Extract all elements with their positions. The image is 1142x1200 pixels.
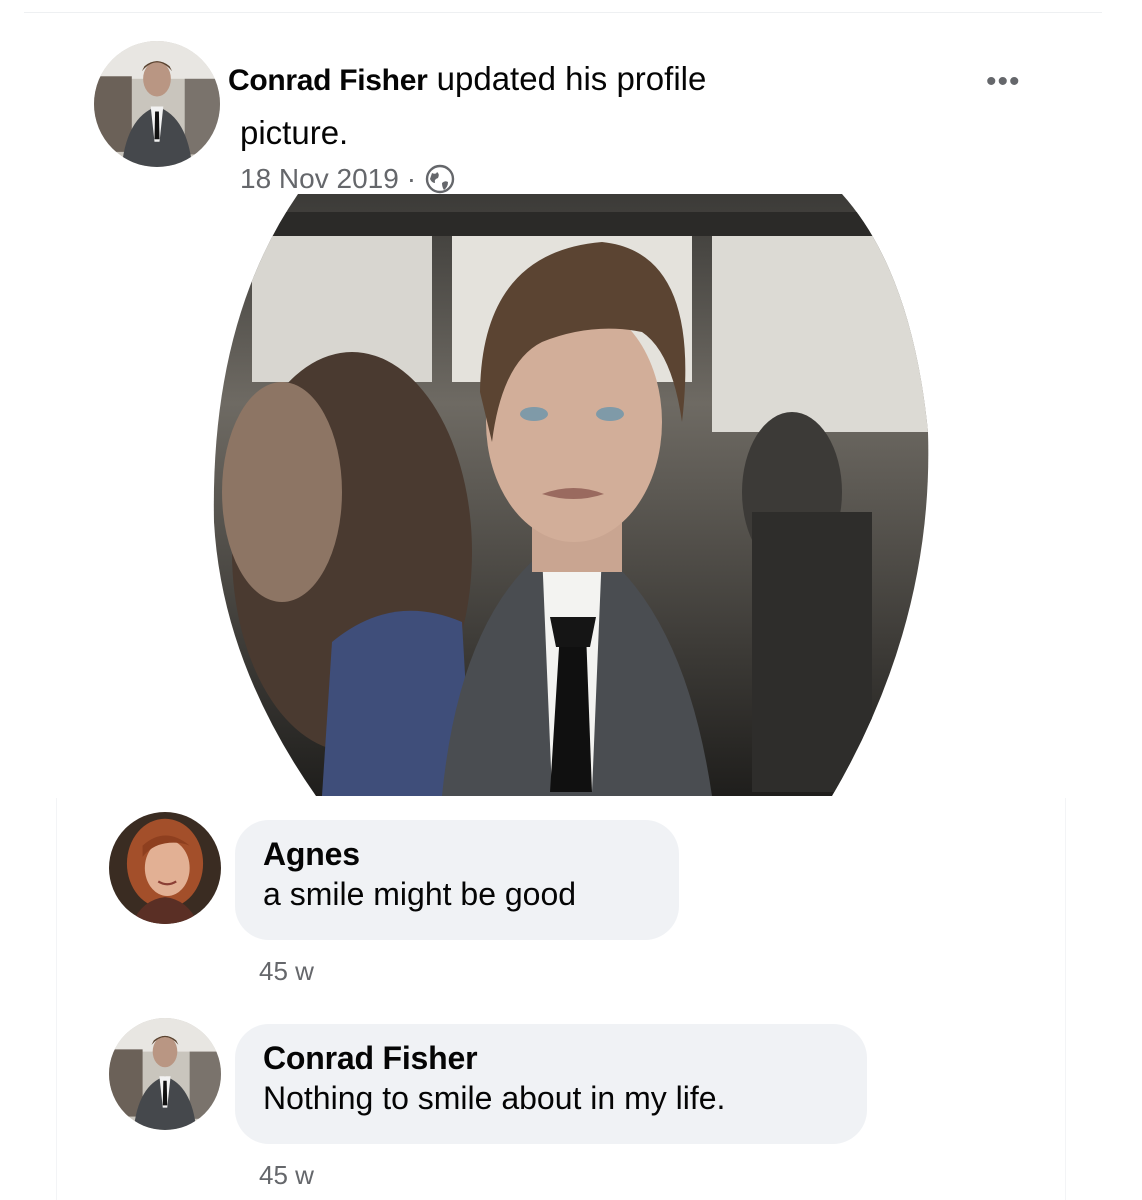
post-action-text-continued: picture. (240, 114, 349, 151)
post-date[interactable]: 18 Nov 2019 (240, 163, 399, 195)
comment-text: a smile might be good (263, 876, 577, 912)
post-header: Conrad Fisher updated his profile (228, 59, 706, 101)
comment-bubble: Agnes a smile might be good (235, 820, 679, 940)
meta-separator: · (406, 163, 417, 194)
comment-bubble: Conrad Fisher Nothing to smile about in … (235, 1024, 867, 1144)
author-avatar-image (94, 41, 220, 167)
commenter-avatar[interactable] (109, 1018, 221, 1130)
comments-section: Agnes a smile might be good 45 w Conrad … (56, 798, 1066, 1200)
post-author-name[interactable]: Conrad Fisher (228, 64, 428, 97)
post-card: Conrad Fisher updated his profile pictur… (24, 12, 1102, 218)
post-action-text: updated his profile (436, 60, 707, 97)
profile-picture[interactable] (212, 192, 932, 796)
post-meta: 18 Nov 2019 · (240, 163, 456, 195)
author-avatar[interactable] (94, 41, 220, 167)
comment-timestamp[interactable]: 45 w (259, 1160, 314, 1191)
globe-icon[interactable] (424, 163, 456, 195)
more-options-button[interactable]: ••• (986, 65, 1021, 99)
comment-text: Nothing to smile about in my life. (263, 1080, 726, 1116)
comment-author-name[interactable]: Conrad Fisher (263, 1038, 837, 1078)
commenter-avatar[interactable] (109, 812, 221, 924)
comment-timestamp[interactable]: 45 w (259, 956, 314, 987)
comment-author-name[interactable]: Agnes (263, 834, 649, 874)
